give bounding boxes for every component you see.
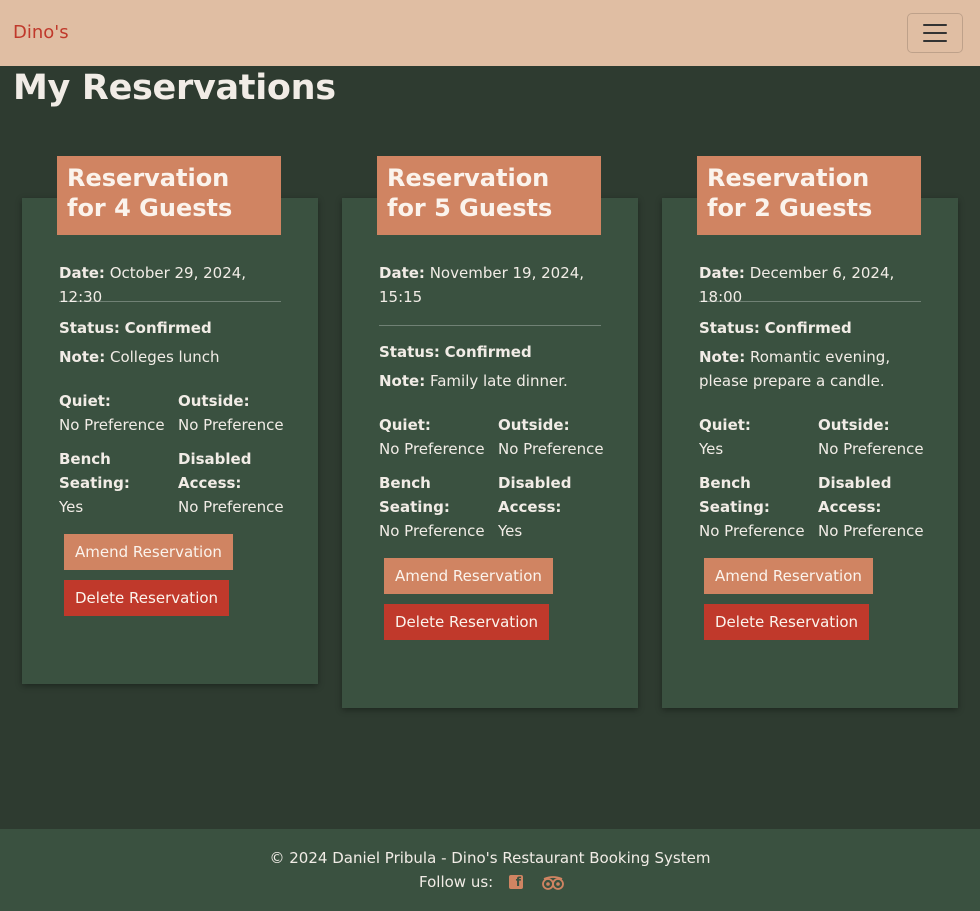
disabled-value: No Preference — [178, 498, 284, 516]
reservation-card: Reservation for 2 Guests Date: December … — [662, 156, 958, 708]
bench-value: No Preference — [699, 522, 805, 540]
status-value: Confirmed — [444, 343, 532, 361]
disabled-label: Disabled Access: — [498, 474, 572, 516]
tripadvisor-icon-graphic — [542, 876, 564, 890]
outside-value: No Preference — [498, 440, 604, 458]
reservation-status: Status: Confirmed — [379, 340, 601, 364]
quiet-value: No Preference — [59, 416, 165, 434]
quiet-label: Quiet: — [379, 416, 431, 434]
follow-us-label: Follow us: — [419, 873, 494, 891]
navbar: Dino's — [0, 0, 980, 66]
outside-value: No Preference — [178, 416, 284, 434]
hamburger-icon — [923, 40, 947, 42]
reservation-card-title: Reservation for 2 Guests — [697, 156, 921, 235]
footer: © 2024 Daniel Pribula - Dino's Restauran… — [0, 829, 980, 911]
outside-label: Outside: — [178, 392, 250, 410]
amend-reservation-button[interactable]: Amend Reservation — [64, 534, 233, 570]
outside-value: No Preference — [818, 440, 924, 458]
facebook-icon[interactable]: f — [509, 875, 523, 889]
menu-toggle-button[interactable] — [907, 13, 963, 53]
amend-reservation-button[interactable]: Amend Reservation — [704, 558, 873, 594]
outside-label: Outside: — [818, 416, 890, 434]
quiet-value: No Preference — [379, 440, 485, 458]
hamburger-icon — [923, 24, 947, 26]
reservation-note: Note: Family late dinner. — [379, 369, 601, 393]
note-label: Note: — [379, 372, 426, 390]
hamburger-icon — [923, 32, 947, 34]
delete-reservation-button[interactable]: Delete Reservation — [64, 580, 230, 616]
status-label: Status: — [379, 343, 440, 361]
bench-value: Yes — [59, 498, 84, 516]
reservation-note: Note: Colleges lunch — [59, 345, 281, 369]
disabled-label: Disabled Access: — [818, 474, 892, 516]
reservation-card: Reservation for 5 Guests Date: November … — [342, 156, 638, 708]
copyright-text: © 2024 Daniel Pribula - Dino's Restauran… — [269, 849, 711, 867]
divider — [699, 301, 921, 302]
reservation-status: Status: Confirmed — [59, 316, 281, 340]
quiet-label: Quiet: — [59, 392, 111, 410]
reservation-date: Date: November 19, 2024, 15:15 — [379, 261, 601, 309]
bench-label: Bench Seating: — [59, 450, 130, 492]
note-value: Colleges lunch — [109, 348, 220, 366]
tripadvisor-icon[interactable] — [542, 875, 564, 890]
status-value: Confirmed — [764, 319, 852, 337]
reservation-status: Status: Confirmed — [699, 316, 921, 340]
quiet-label: Quiet: — [699, 416, 751, 434]
amend-reservation-button[interactable]: Amend Reservation — [384, 558, 553, 594]
brand-link[interactable]: Dino's — [13, 22, 69, 43]
bench-label: Bench Seating: — [699, 474, 770, 516]
status-value: Confirmed — [124, 319, 212, 337]
divider — [59, 301, 281, 302]
note-value: Family late dinner. — [429, 372, 568, 390]
date-label: Date: — [699, 264, 745, 282]
divider — [379, 325, 601, 326]
outside-label: Outside: — [498, 416, 570, 434]
disabled-label: Disabled Access: — [178, 450, 252, 492]
delete-reservation-button[interactable]: Delete Reservation — [384, 604, 550, 640]
quiet-value: Yes — [699, 440, 724, 458]
date-label: Date: — [59, 264, 105, 282]
bench-label: Bench Seating: — [379, 474, 450, 516]
delete-reservation-button[interactable]: Delete Reservation — [704, 604, 870, 640]
date-label: Date: — [379, 264, 425, 282]
reservation-card: Reservation for 4 Guests Date: October 2… — [22, 156, 318, 684]
note-label: Note: — [59, 348, 106, 366]
disabled-value: No Preference — [818, 522, 924, 540]
note-label: Note: — [699, 348, 746, 366]
bench-value: No Preference — [379, 522, 485, 540]
reservation-card-title: Reservation for 5 Guests — [377, 156, 601, 235]
disabled-value: Yes — [498, 522, 523, 540]
reservation-card-title: Reservation for 4 Guests — [57, 156, 281, 235]
reservation-note: Note: Romantic evening, please prepare a… — [699, 345, 921, 393]
status-label: Status: — [699, 319, 760, 337]
status-label: Status: — [59, 319, 120, 337]
page-title: My Reservations — [13, 68, 336, 108]
